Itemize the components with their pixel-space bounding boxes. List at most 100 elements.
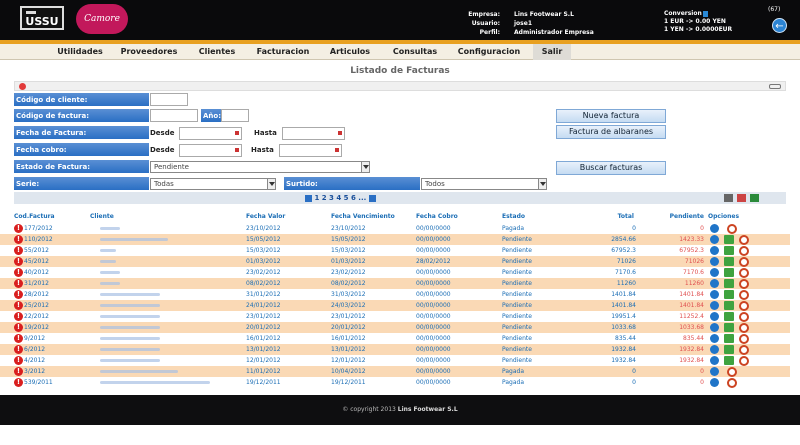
factura-albaranes-button[interactable]: Factura de albaranes <box>556 125 666 139</box>
info-icon[interactable] <box>710 224 719 233</box>
table-row[interactable]: ! 45/2012 01/03/2012 01/03/2012 28/02/2012 Pe… <box>0 256 790 267</box>
pdf-icon[interactable] <box>737 194 746 202</box>
notification-count[interactable]: (67) <box>768 6 780 13</box>
anio-input[interactable] <box>221 109 249 122</box>
delete-icon[interactable] <box>739 246 749 256</box>
serie-select[interactable]: Todas <box>150 178 276 190</box>
info-icon[interactable] <box>710 312 719 321</box>
cell-cod-factura[interactable]: 22/2012 <box>24 311 49 322</box>
edit-payment-icon[interactable] <box>724 301 734 310</box>
collapse-icon[interactable] <box>769 84 781 89</box>
info-icon[interactable] <box>710 334 719 343</box>
info-icon[interactable] <box>710 279 719 288</box>
table-row[interactable]: ! 28/2012 31/01/2012 31/03/2012 00/00/0000 Pe… <box>0 289 790 300</box>
cell-cod-factura[interactable]: 40/2012 <box>24 267 49 278</box>
print-icon[interactable] <box>724 194 733 202</box>
nueva-factura-button[interactable]: Nueva factura <box>556 109 666 123</box>
close-icon[interactable] <box>19 83 26 90</box>
fecha-cobro-hasta-input[interactable] <box>279 144 342 157</box>
delete-icon[interactable] <box>727 224 737 234</box>
edit-payment-icon[interactable] <box>724 257 734 266</box>
codigo-cliente-input[interactable] <box>150 93 188 106</box>
table-row[interactable]: ! 25/2012 24/01/2012 24/03/2012 00/00/0000 Pe… <box>0 300 790 311</box>
delete-icon[interactable] <box>739 301 749 311</box>
first-page-icon[interactable] <box>305 194 312 202</box>
info-icon[interactable] <box>710 378 719 387</box>
cell-cod-factura[interactable]: 9/2012 <box>24 333 45 344</box>
excel-icon[interactable] <box>750 194 759 202</box>
menu-articulos[interactable]: Articulos <box>319 44 381 60</box>
menu-configuracion[interactable]: Configuracion <box>447 44 531 60</box>
edit-payment-icon[interactable] <box>724 345 734 354</box>
table-row[interactable]: ! 31/2012 08/02/2012 08/02/2012 00/00/0000 Pe… <box>0 278 790 289</box>
edit-payment-icon[interactable] <box>724 235 734 244</box>
info-icon[interactable] <box>710 257 719 266</box>
delete-icon[interactable] <box>739 334 749 344</box>
delete-icon[interactable] <box>739 356 749 366</box>
table-row[interactable]: ! 9/2012 16/01/2012 16/01/2012 00/00/0000 Pen… <box>0 333 790 344</box>
cell-cod-factura[interactable]: 55/2012 <box>24 245 49 256</box>
fecha-factura-desde-input[interactable] <box>179 127 242 140</box>
codigo-factura-input[interactable] <box>150 109 198 122</box>
cell-cod-factura[interactable]: 28/2012 <box>24 289 49 300</box>
cell-cod-factura[interactable]: 539/2011 <box>24 377 53 388</box>
menu-consultas[interactable]: Consultas <box>381 44 449 60</box>
surtido-select[interactable]: Todos <box>421 178 547 190</box>
edit-payment-icon[interactable] <box>724 312 734 321</box>
info-icon[interactable] <box>710 345 719 354</box>
delete-icon[interactable] <box>739 268 749 278</box>
table-row[interactable]: ! 40/2012 23/02/2012 23/02/2012 00/00/0000 Pe… <box>0 267 790 278</box>
delete-icon[interactable] <box>739 345 749 355</box>
delete-icon[interactable] <box>727 367 737 377</box>
cell-cod-factura[interactable]: 6/2012 <box>24 344 45 355</box>
menu-facturacion[interactable]: Facturacion <box>247 44 319 60</box>
buscar-facturas-button[interactable]: Buscar facturas <box>556 161 666 175</box>
table-row[interactable]: ! 55/2012 15/03/2012 15/03/2012 00/00/0000 Pe… <box>0 245 790 256</box>
edit-payment-icon[interactable] <box>724 279 734 288</box>
estado-factura-select[interactable]: Pendiente <box>150 161 370 173</box>
info-icon[interactable] <box>710 367 719 376</box>
delete-icon[interactable] <box>739 257 749 267</box>
table-row[interactable]: ! 22/2012 23/01/2012 23/01/2012 00/00/0000 Pe… <box>0 311 790 322</box>
menu-clientes[interactable]: Clientes <box>187 44 247 60</box>
cell-cod-factura[interactable]: 177/2012 <box>24 223 53 234</box>
table-row[interactable]: ! 539/2011 19/12/2011 19/12/2011 00/00/0000 P… <box>0 377 790 388</box>
cell-cod-factura[interactable]: 4/2012 <box>24 355 45 366</box>
edit-payment-icon[interactable] <box>724 334 734 343</box>
cell-cod-factura[interactable]: 110/2012 <box>24 234 53 245</box>
cell-cod-factura[interactable]: 45/2012 <box>24 256 49 267</box>
cell-cod-factura[interactable]: 31/2012 <box>24 278 49 289</box>
delete-icon[interactable] <box>739 279 749 289</box>
table-row[interactable]: ! 3/2012 11/01/2012 10/04/2012 00/00/0000 Pag… <box>0 366 790 377</box>
edit-payment-icon[interactable] <box>724 268 734 277</box>
menu-utilidades[interactable]: Utilidades <box>44 44 116 60</box>
edit-payment-icon[interactable] <box>724 246 734 255</box>
delete-icon[interactable] <box>727 378 737 388</box>
delete-icon[interactable] <box>739 235 749 245</box>
menu-proveedores[interactable]: Proveedores <box>110 44 188 60</box>
info-icon[interactable] <box>710 246 719 255</box>
conversion-toggle-icon[interactable] <box>702 10 708 17</box>
delete-icon[interactable] <box>739 290 749 300</box>
cell-cod-factura[interactable]: 19/2012 <box>24 322 49 333</box>
cell-cod-factura[interactable]: 3/2012 <box>24 366 45 377</box>
table-row[interactable]: ! 19/2012 20/01/2012 20/01/2012 00/00/0000 Pe… <box>0 322 790 333</box>
page-numbers[interactable]: 1 2 3 4 5 6 ... <box>314 194 366 202</box>
fecha-cobro-desde-input[interactable] <box>179 144 242 157</box>
fecha-factura-hasta-input[interactable] <box>282 127 345 140</box>
info-icon[interactable] <box>710 235 719 244</box>
info-icon[interactable] <box>710 301 719 310</box>
edit-payment-icon[interactable] <box>724 356 734 365</box>
table-row[interactable]: ! 110/2012 15/05/2012 15/05/2012 00/00/0000 P… <box>0 234 790 245</box>
delete-icon[interactable] <box>739 312 749 322</box>
table-row[interactable]: ! 177/2012 23/10/2012 23/10/2012 00/00/0000 P… <box>0 223 790 234</box>
info-icon[interactable] <box>710 290 719 299</box>
menu-salir[interactable]: Salir <box>533 44 571 60</box>
last-page-icon[interactable] <box>368 194 376 202</box>
edit-payment-icon[interactable] <box>724 290 734 299</box>
edit-payment-icon[interactable] <box>724 323 734 332</box>
info-icon[interactable] <box>710 268 719 277</box>
table-row[interactable]: ! 4/2012 12/01/2012 12/01/2012 00/00/0000 Pen… <box>0 355 790 366</box>
table-row[interactable]: ! 6/2012 13/01/2012 13/01/2012 00/00/0000 Pen… <box>0 344 790 355</box>
col-cod-factura[interactable]: Cod.Factura <box>14 212 55 222</box>
